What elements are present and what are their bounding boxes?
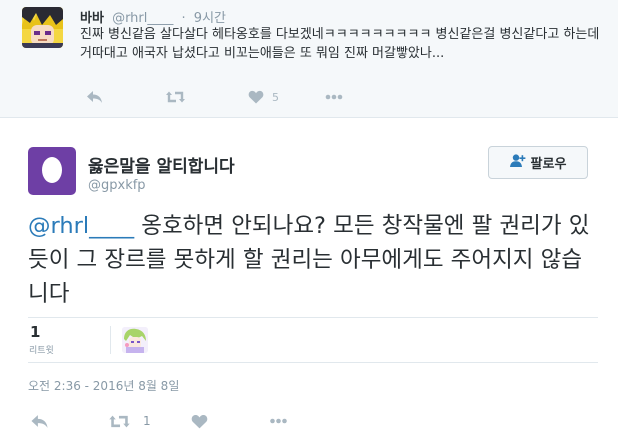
tweet-timestamp: 오전 2:36 - 2016년 8월 8일: [28, 379, 180, 393]
more-button[interactable]: [269, 411, 288, 431]
reply-icon: [86, 90, 103, 104]
retweet-icon: [165, 90, 186, 104]
retweet-button[interactable]: [165, 88, 186, 106]
reply-button[interactable]: [30, 411, 49, 431]
retweet-button[interactable]: 1: [108, 411, 151, 431]
follow-button[interactable]: 팔로우: [488, 146, 588, 179]
more-icon: [269, 418, 288, 424]
reply-tweet[interactable]: 바바 @rhrl____ · 9시간 진짜 병신같음 살다살다 헤타옹호를 다보…: [0, 0, 618, 118]
reply-header: 바바 @rhrl____ · 9시간: [80, 7, 226, 26]
mention-link[interactable]: @rhrl____: [28, 213, 134, 239]
retweet-label: 리트윗: [29, 346, 54, 356]
add-user-icon: [509, 154, 531, 171]
tweet-time[interactable]: 9시간: [194, 11, 226, 26]
retweet-count[interactable]: 1: [30, 323, 40, 341]
tweet-text: @rhrl____ 옹호하면 안되나요? 모든 창작물엔 팔 권리가 있듯이 그…: [28, 209, 598, 311]
main-tweet: 옳은말을 알티합니다 @gpxkfp 팔로우 @rhrl____ 옹호하면 안되…: [0, 119, 618, 448]
user-handle[interactable]: @gpxkfp: [88, 178, 146, 193]
user-name[interactable]: 바바: [80, 11, 104, 26]
avatar[interactable]: [28, 147, 76, 195]
tweet-stats: 1 리트윗: [28, 317, 598, 363]
retweeter-avatar[interactable]: [122, 327, 148, 353]
like-button[interactable]: [191, 411, 208, 431]
avatar[interactable]: [22, 7, 63, 48]
follow-label: 팔로우: [530, 157, 567, 172]
retweet-icon: [108, 414, 131, 429]
more-icon: [325, 94, 343, 100]
tweet-actions: 1: [28, 411, 328, 431]
default-egg-icon: [41, 154, 63, 188]
heart-icon: [191, 414, 208, 429]
retweet-action-count: 1: [143, 414, 151, 428]
like-count: 5: [272, 90, 279, 104]
tweet-text: 진짜 병신같음 살다살다 헤타옹호를 다보겠네ㅋㅋㅋㅋㅋㅋㅋㅋㅋ 병신같은걸 병…: [80, 27, 600, 61]
user-name[interactable]: 옳은말을 알티합니다: [88, 152, 235, 177]
more-button[interactable]: [325, 88, 343, 106]
reply-button[interactable]: [86, 88, 103, 106]
separator: ·: [181, 11, 186, 26]
heart-icon: [248, 90, 264, 104]
user-handle[interactable]: @rhrl____: [112, 11, 173, 26]
reply-icon: [30, 414, 49, 429]
tweet-actions: 5: [80, 88, 380, 106]
like-button[interactable]: 5: [248, 88, 279, 106]
divider: [110, 326, 111, 354]
